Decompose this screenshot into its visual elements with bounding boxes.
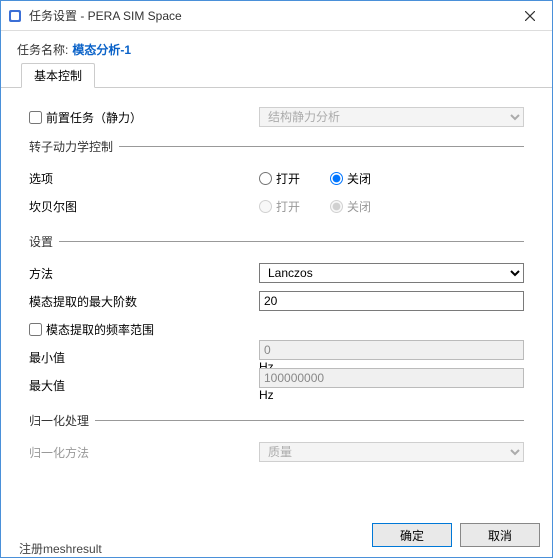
freq-range-checkbox-input[interactable] xyxy=(29,323,42,336)
normalize-method-row: 归一化方法 质量 xyxy=(29,441,524,463)
max-unit: Hz xyxy=(259,388,274,402)
method-row: 方法 Lanczos xyxy=(29,262,524,284)
window-title: 任务设置 - PERA SIM Space xyxy=(29,7,507,24)
dialog-window: 任务设置 - PERA SIM Space 任务名称: 模态分析-1 基本控制 … xyxy=(0,0,553,558)
max-order-row: 模态提取的最大阶数 xyxy=(29,290,524,312)
pre-task-select: 结构静力分析 xyxy=(259,107,524,127)
titlebar: 任务设置 - PERA SIM Space xyxy=(1,1,552,31)
freq-range-label: 模态提取的频率范围 xyxy=(46,321,154,338)
method-label: 方法 xyxy=(29,265,259,282)
campbell-close-input xyxy=(330,200,343,213)
tabbar: 基本控制 xyxy=(1,64,552,88)
max-value-input xyxy=(259,368,524,388)
rotor-option-open[interactable]: 打开 xyxy=(259,170,300,187)
freq-range-checkbox[interactable]: 模态提取的频率范围 xyxy=(29,321,154,338)
rotor-option-close-input[interactable] xyxy=(330,172,343,185)
cancel-button[interactable]: 取消 xyxy=(460,523,540,547)
normalize-method-label: 归一化方法 xyxy=(29,444,259,461)
button-bar: 确定 取消 xyxy=(372,523,540,547)
pre-task-label: 前置任务（静力） xyxy=(46,109,142,126)
normalize-group: 归一化处理 归一化方法 质量 xyxy=(29,412,524,469)
task-name-value: 模态分析-1 xyxy=(72,41,131,58)
status-text: 注册meshresult xyxy=(19,540,102,557)
campbell-open-input xyxy=(259,200,272,213)
rotor-option-open-input[interactable] xyxy=(259,172,272,185)
rotor-legend: 转子动力学控制 xyxy=(29,138,119,155)
max-order-label: 模态提取的最大阶数 xyxy=(29,293,259,310)
task-name-label: 任务名称: xyxy=(17,41,68,58)
min-value-row: 最小值 Hz xyxy=(29,346,524,368)
max-value-label: 最大值 xyxy=(29,377,259,394)
campbell-row: 坎贝尔图 打开 关闭 xyxy=(29,195,524,217)
rotor-option-close[interactable]: 关闭 xyxy=(330,170,371,187)
campbell-open: 打开 xyxy=(259,198,300,215)
max-order-input[interactable] xyxy=(259,291,524,311)
freq-range-row: 模态提取的频率范围 xyxy=(29,318,524,340)
settings-legend: 设置 xyxy=(29,233,59,250)
campbell-close: 关闭 xyxy=(330,198,371,215)
close-icon xyxy=(525,11,535,21)
method-select[interactable]: Lanczos xyxy=(259,263,524,283)
settings-group: 设置 方法 Lanczos 模态提取的最大阶数 模态提取的频率范围 xyxy=(29,233,524,402)
tab-basic-control[interactable]: 基本控制 xyxy=(21,63,95,88)
min-value-input xyxy=(259,340,524,360)
rotor-option-label: 选项 xyxy=(29,170,259,187)
rotor-group: 转子动力学控制 选项 打开 关闭 坎贝尔图 xyxy=(29,138,524,223)
normalize-method-select: 质量 xyxy=(259,442,524,462)
campbell-label: 坎贝尔图 xyxy=(29,198,259,215)
pre-task-checkbox[interactable]: 前置任务（静力） xyxy=(29,109,259,126)
task-name-row: 任务名称: 模态分析-1 xyxy=(1,31,552,64)
ok-button[interactable]: 确定 xyxy=(372,523,452,547)
tab-content: 前置任务（静力） 结构静力分析 转子动力学控制 选项 打开 xyxy=(1,88,552,481)
pre-task-checkbox-input[interactable] xyxy=(29,111,42,124)
app-icon xyxy=(7,8,23,24)
pre-task-row: 前置任务（静力） 结构静力分析 xyxy=(29,106,524,128)
min-value-label: 最小值 xyxy=(29,349,259,366)
close-button[interactable] xyxy=(507,1,552,31)
rotor-option-row: 选项 打开 关闭 xyxy=(29,167,524,189)
max-value-row: 最大值 Hz xyxy=(29,374,524,396)
normalize-legend: 归一化处理 xyxy=(29,412,95,429)
